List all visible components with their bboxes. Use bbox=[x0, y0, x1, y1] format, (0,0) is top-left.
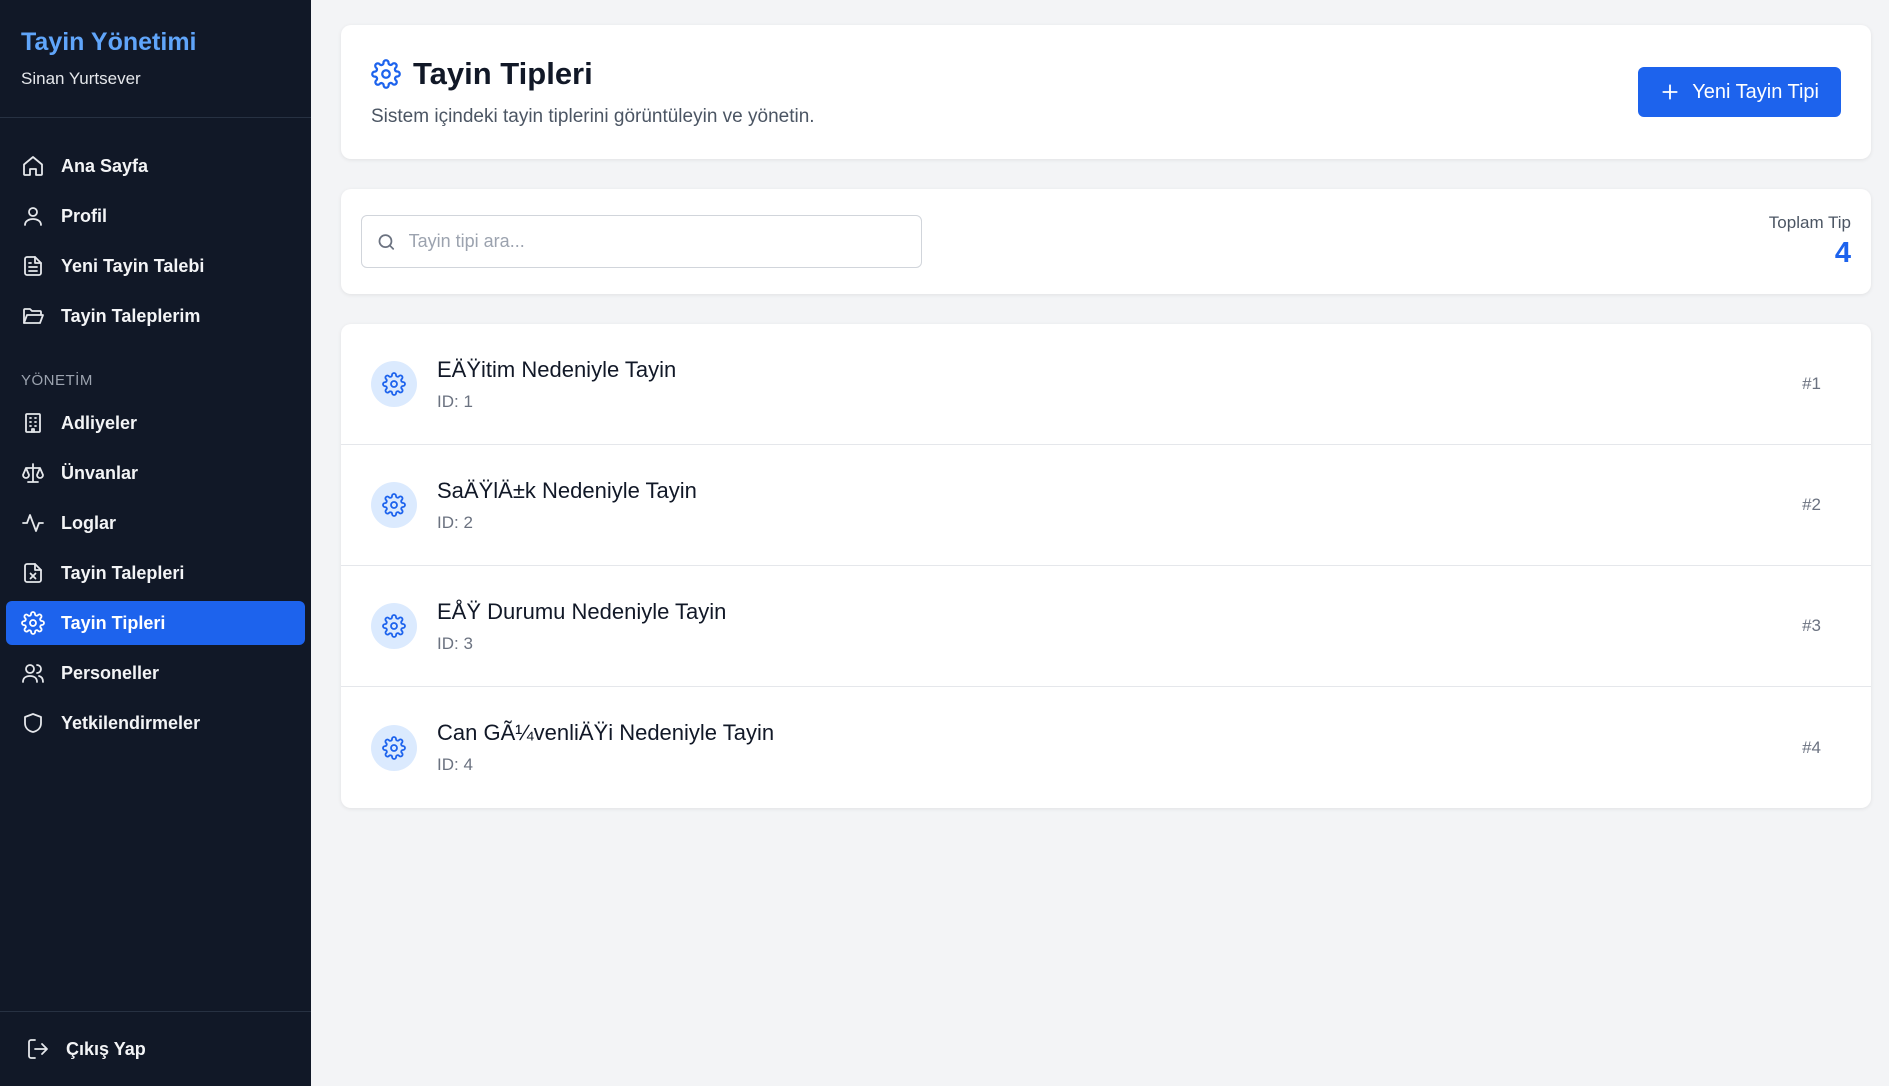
brand: Tayin Yönetimi Sinan Yurtsever bbox=[0, 0, 311, 118]
sidebar-item-tayin-taleplerim[interactable]: Tayin Taleplerim bbox=[6, 294, 305, 338]
sidebar-item-profil[interactable]: Profil bbox=[6, 194, 305, 238]
sidebar-item-label: Adliyeler bbox=[61, 412, 138, 433]
item-id: ID: 3 bbox=[437, 633, 473, 653]
sidebar-item-label: Profil bbox=[61, 205, 108, 226]
item-id: ID: 2 bbox=[437, 512, 473, 532]
item-icon-wrapper bbox=[371, 603, 417, 649]
gear-icon bbox=[382, 614, 406, 638]
list-item[interactable]: Can GÃ¼venliÄŸi Nedeniyle Tayin ID: 4 #4 bbox=[341, 687, 1871, 808]
shield-icon bbox=[24, 713, 42, 733]
gear-icon bbox=[382, 735, 406, 760]
logout-button[interactable]: Çıkış Yap bbox=[0, 1011, 311, 1086]
item-number: #3 bbox=[1802, 616, 1821, 635]
sidebar-item-label: Ünvanlar bbox=[61, 462, 139, 483]
folder-open-icon bbox=[23, 308, 44, 324]
total-label: Toplam Tip bbox=[1768, 213, 1851, 232]
sidebar-item-tayin-talepleri[interactable]: Tayin Talepleri bbox=[6, 551, 305, 595]
sidebar: Tayin Yönetimi Sinan Yurtsever Ana Sayfa… bbox=[0, 0, 311, 1086]
header-text: Tayin Tipleri Sistem içindeki tayin tipl… bbox=[371, 56, 815, 128]
file-text-icon bbox=[24, 256, 42, 276]
new-tayin-tipi-button[interactable]: Yeni Tayin Tipi bbox=[1638, 67, 1841, 117]
title-row: Tayin Tipleri bbox=[371, 56, 815, 92]
item-body: EÄŸitim Nedeniyle Tayin ID: 1 bbox=[437, 357, 1802, 412]
sidebar-item-personeller[interactable]: Personeller bbox=[6, 651, 305, 695]
sidebar-item-tayin-tipleri[interactable]: Tayin Tipleri bbox=[6, 601, 305, 645]
activity-icon bbox=[22, 514, 44, 532]
item-name: EÅŸ Durumu Nedeniyle Tayin bbox=[437, 598, 727, 624]
item-body: SaÄŸlÄ±k Nedeniyle Tayin ID: 2 bbox=[437, 478, 1802, 533]
list-item[interactable]: EÅŸ Durumu Nedeniyle Tayin ID: 3 #3 bbox=[341, 566, 1871, 687]
home-icon bbox=[23, 156, 43, 176]
main-content: Tayin Tipleri Sistem içindeki tayin tipl… bbox=[311, 0, 1889, 1086]
item-name: SaÄŸlÄ±k Nedeniyle Tayin bbox=[437, 477, 697, 503]
tayin-tipi-list: EÄŸitim Nedeniyle Tayin ID: 1 #1 SaÄŸlÄ±… bbox=[341, 324, 1871, 808]
user-name: Sinan Yurtsever bbox=[21, 69, 141, 88]
item-id: ID: 1 bbox=[437, 391, 473, 411]
file-x-icon bbox=[24, 563, 42, 583]
sidebar-item-label: Tayin Tipleri bbox=[61, 612, 166, 633]
sidebar-nav: Ana Sayfa Profil Yeni Tayin Talebi Tayin… bbox=[0, 118, 311, 1011]
page-title: Tayin Tipleri bbox=[413, 56, 593, 91]
search-box[interactable] bbox=[361, 215, 922, 268]
app-title: Tayin Yönetimi bbox=[21, 28, 197, 56]
logout-icon bbox=[28, 1039, 48, 1059]
sidebar-item-label: Ana Sayfa bbox=[61, 155, 149, 176]
gear-icon bbox=[382, 372, 406, 396]
new-button-label: Yeni Tayin Tipi bbox=[1692, 80, 1819, 103]
page-subtitle: Sistem içindeki tayin tiplerini görüntül… bbox=[371, 106, 815, 127]
plus-icon bbox=[1662, 84, 1678, 100]
sidebar-item-label: Yetkilendirmeler bbox=[61, 712, 201, 733]
item-name: Can GÃ¼venliÄŸi Nedeniyle Tayin bbox=[437, 720, 775, 745]
item-icon-wrapper bbox=[371, 361, 417, 407]
sidebar-item-label: Personeller bbox=[61, 662, 160, 683]
item-number: #2 bbox=[1802, 495, 1821, 514]
logout-label: Çıkış Yap bbox=[66, 1038, 146, 1059]
total-stat: Toplam Tip 4 bbox=[1769, 213, 1851, 270]
gear-icon bbox=[382, 493, 406, 517]
sidebar-item-yeni-tayin-talebi[interactable]: Yeni Tayin Talebi bbox=[6, 244, 305, 288]
sidebar-item-unvanlar[interactable]: Ünvanlar bbox=[6, 451, 305, 495]
item-name: EÄŸitim Nedeniyle Tayin bbox=[437, 356, 677, 382]
building-icon bbox=[25, 413, 41, 433]
item-number: #1 bbox=[1802, 374, 1821, 393]
total-value: 4 bbox=[1834, 237, 1851, 269]
sidebar-item-label: Loglar bbox=[61, 512, 117, 533]
search-panel: Toplam Tip 4 bbox=[341, 189, 1871, 294]
page-header: Tayin Tipleri Sistem içindeki tayin tipl… bbox=[341, 25, 1871, 159]
list-item[interactable]: EÄŸitim Nedeniyle Tayin ID: 1 #1 bbox=[341, 324, 1871, 445]
gear-icon bbox=[371, 59, 401, 89]
gear-icon bbox=[21, 611, 45, 635]
sidebar-item-ana-sayfa[interactable]: Ana Sayfa bbox=[6, 144, 305, 188]
sidebar-item-loglar[interactable]: Loglar bbox=[6, 501, 305, 545]
item-icon-wrapper bbox=[371, 724, 417, 771]
item-body: EÅŸ Durumu Nedeniyle Tayin ID: 3 bbox=[437, 599, 1802, 654]
sidebar-item-adliyeler[interactable]: Adliyeler bbox=[6, 401, 305, 445]
user-icon bbox=[24, 207, 42, 226]
scale-icon bbox=[22, 463, 44, 483]
search-icon bbox=[378, 233, 395, 250]
sidebar-item-label: Yeni Tayin Talebi bbox=[61, 255, 205, 276]
item-number: #4 bbox=[1802, 737, 1821, 757]
item-body: Can GÃ¼venliÄŸi Nedeniyle Tayin ID: 4 bbox=[437, 720, 1802, 775]
sidebar-section-label: YÖNETİM bbox=[21, 372, 93, 389]
item-id: ID: 4 bbox=[437, 755, 473, 774]
item-icon-wrapper bbox=[371, 482, 417, 528]
sidebar-item-yetkilendirmeler[interactable]: Yetkilendirmeler bbox=[6, 701, 305, 745]
sidebar-item-label: Tayin Taleplerim bbox=[61, 305, 201, 326]
search-input[interactable] bbox=[408, 231, 907, 252]
sidebar-item-label: Tayin Talepleri bbox=[61, 562, 185, 583]
users-icon bbox=[22, 664, 44, 683]
list-item[interactable]: SaÄŸlÄ±k Nedeniyle Tayin ID: 2 #2 bbox=[341, 445, 1871, 566]
